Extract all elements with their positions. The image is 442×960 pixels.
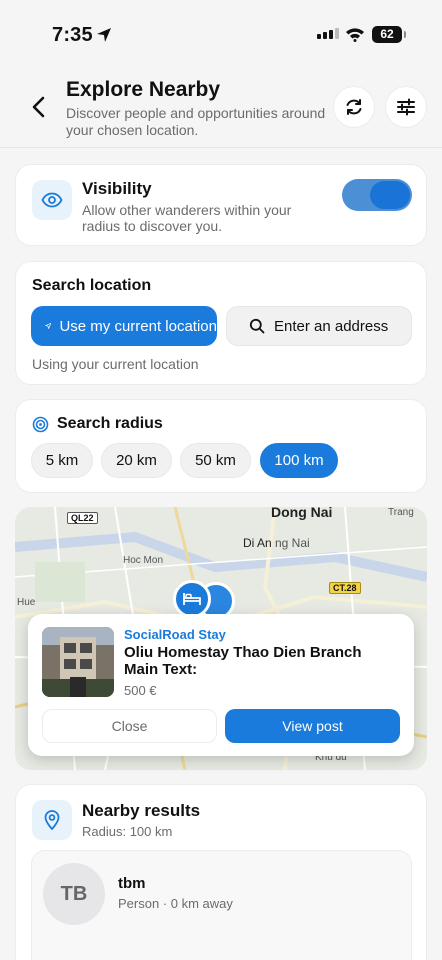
listing-price: 500 € <box>124 683 157 698</box>
visibility-description: Allow other wanderers within your radius… <box>82 202 292 234</box>
map-label-hoc-mon: Hoc Mon <box>123 555 164 566</box>
page-title: Explore Nearby <box>66 78 221 101</box>
road-shield-ql22: QL22 <box>67 512 98 524</box>
view-post-button[interactable]: View post <box>225 709 400 743</box>
radius-chip-20km[interactable]: 20 km <box>101 443 172 478</box>
enter-address-label: Enter an address <box>274 317 389 335</box>
radius-chip-100km[interactable]: 100 km <box>260 443 338 478</box>
eye-icon <box>41 192 63 208</box>
nearby-results-card: Nearby results Radius: 100 km TB tbm Per… <box>15 784 427 960</box>
map-label-trang: Trang <box>388 507 414 518</box>
use-current-location-button[interactable]: Use my current location <box>31 306 217 346</box>
search-location-title: Search location <box>32 277 152 294</box>
bed-icon <box>183 593 201 605</box>
status-bar: 7:35 62 <box>0 0 442 70</box>
visibility-icon-tile <box>32 180 72 220</box>
cellular-signal-icon <box>317 28 339 39</box>
map-label-ng-nai: ng Nai <box>275 536 310 550</box>
search-radius-card: Search radius 5 km 20 km 50 km 100 km <box>15 399 427 493</box>
back-button[interactable] <box>28 94 52 120</box>
listing-title: Oliu Homestay Thao Dien Branch Main Text… <box>124 644 362 678</box>
enter-address-button[interactable]: Enter an address <box>226 306 412 346</box>
listing-photo <box>42 627 114 697</box>
result-name: tbm <box>118 875 146 892</box>
refresh-button[interactable] <box>333 86 375 128</box>
listing-thumbnail[interactable] <box>42 627 114 697</box>
navigation-arrow-icon <box>45 323 52 329</box>
map-pin-icon <box>44 810 60 830</box>
filters-button[interactable] <box>385 86 427 128</box>
avatar: TB <box>43 863 105 925</box>
refresh-icon <box>346 99 362 115</box>
search-icon <box>249 318 265 334</box>
back-icon <box>32 96 45 118</box>
status-time: 7:35 <box>52 24 93 46</box>
radius-chip-50km[interactable]: 50 km <box>180 443 251 478</box>
location-status-note: Using your current location <box>32 356 199 372</box>
map-label-hue: Hue <box>17 597 36 608</box>
wifi-icon <box>346 28 364 42</box>
search-radius-title: Search radius <box>57 415 163 432</box>
location-arrow-icon <box>97 28 111 42</box>
visibility-card: Visibility Allow other wanderers within … <box>15 164 427 246</box>
road-shield-ct28: CT.28 <box>329 582 361 594</box>
search-location-card: Search location Use my current location … <box>15 261 427 385</box>
listing-popup: SocialRoad Stay Oliu Homestay Thao Dien … <box>28 614 414 756</box>
listing-brand: SocialRoad Stay <box>124 627 226 642</box>
battery-indicator: 62 <box>372 26 406 43</box>
page-subtitle: Discover people and opportunities around… <box>66 105 326 138</box>
filters-icon <box>397 98 415 116</box>
nearby-results-radius: Radius: 100 km <box>82 824 173 839</box>
visibility-title: Visibility <box>82 179 152 198</box>
visibility-toggle[interactable] <box>342 179 412 211</box>
toggle-knob <box>370 181 410 209</box>
popup-close-button[interactable]: Close <box>42 709 217 743</box>
radius-chip-5km[interactable]: 5 km <box>31 443 93 478</box>
map-label-dong-nai: Dong Nai <box>271 507 333 520</box>
radar-icon <box>32 416 49 433</box>
result-meta: Person · 0 km away <box>118 896 233 911</box>
map-marker-stay[interactable] <box>173 580 211 618</box>
nearby-icon-tile <box>32 800 72 840</box>
page-header: Explore Nearby Discover people and oppor… <box>0 70 442 148</box>
map-label-di-an: Di An <box>243 536 272 550</box>
nearby-results-title: Nearby results <box>82 801 201 820</box>
result-item[interactable]: TB tbm Person · 0 km away <box>31 850 412 960</box>
use-current-location-label: Use my current location <box>59 317 217 335</box>
